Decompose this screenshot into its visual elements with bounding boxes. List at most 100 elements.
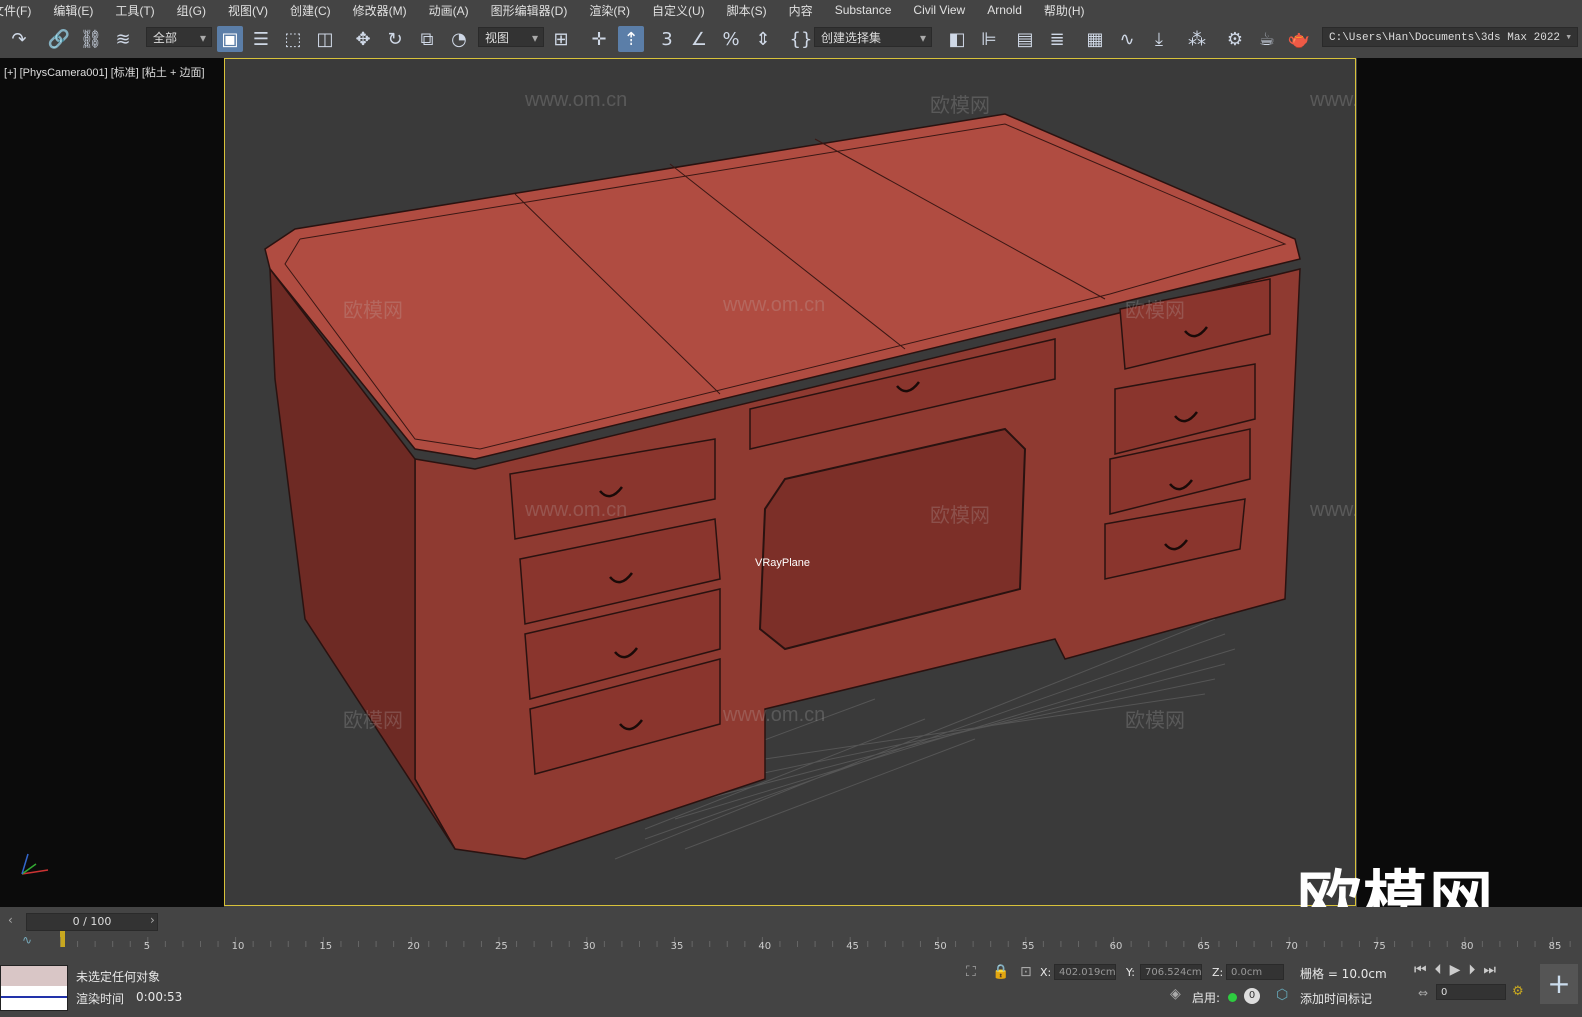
select-by-name-icon[interactable]: ☰ (248, 26, 274, 52)
watermark: 欧模网 (1125, 710, 1185, 732)
angle-snap-icon[interactable]: ∠ (686, 26, 712, 52)
mirror-icon[interactable]: ◧ (944, 26, 970, 52)
menu-graph-editors[interactable]: 图形编辑器(D) (483, 2, 582, 19)
timeline-tick-label: 15 (319, 941, 333, 952)
named-selection-set-dropdown[interactable]: 创建选择集 (814, 27, 932, 48)
add-time-tag[interactable]: 添加时间标记 (1300, 990, 1372, 1007)
rectangular-selection-icon[interactable]: ⬚ (280, 26, 306, 52)
watermark-url: www.om.cn (525, 499, 628, 521)
rendered-frame-window-icon[interactable]: ☕ (1254, 26, 1280, 52)
timeline-tick-label: 40 (758, 941, 772, 952)
menu-animation[interactable]: 动画(A) (421, 2, 483, 19)
current-frame-field[interactable]: 0 (1436, 984, 1506, 1000)
pivot-center-icon[interactable]: ⊞ (548, 26, 574, 52)
menu-edit[interactable]: 编辑(E) (45, 2, 107, 19)
percent-snap-icon[interactable]: % (718, 26, 744, 52)
link-icon[interactable]: 🔗 (46, 26, 72, 52)
snaps-toggle-icon[interactable]: 3 (654, 26, 680, 52)
menu-civil-view[interactable]: Civil View (905, 3, 979, 17)
menu-modifiers[interactable]: 修改器(M) (345, 2, 421, 19)
timeline-tick-label: 5 (143, 941, 151, 952)
ribbon-toggle-icon[interactable]: ▦ (1082, 26, 1108, 52)
absolute-mode-icon[interactable]: ⊡ (1020, 964, 1032, 980)
prev-frame-icon[interactable]: ‹ (8, 913, 13, 927)
rotate-icon[interactable]: ↻ (382, 26, 408, 52)
spinner-snap-icon[interactable]: ⇕ (750, 26, 776, 52)
timeline-tick-label: 60 (1109, 941, 1123, 952)
render-time-value: 0:00:53 (136, 990, 183, 1004)
unlink-icon[interactable]: ⛓ (78, 26, 104, 52)
menu-create[interactable]: 创建(C) (282, 2, 345, 19)
menu-views[interactable]: 视图(V) (220, 2, 282, 19)
bind-space-warp-icon[interactable]: ≋ (110, 26, 136, 52)
isolate-selection-icon[interactable]: ⛶ (966, 964, 976, 980)
menu-file[interactable]: 文件(F) (0, 2, 45, 19)
menu-content[interactable]: 内容 (781, 2, 827, 19)
enable-label: 启用: (1192, 991, 1221, 1005)
placement-icon[interactable]: ◔ (446, 26, 472, 52)
timeline-tick-label: 25 (495, 941, 508, 952)
schematic-view-icon[interactable]: ⤓ (1146, 26, 1172, 52)
status-bar: 未选定任何对象 渲染时间 0:00:53 ⛶ 🔒 ⊡ X: 402.019cm … (0, 962, 1582, 1017)
menu-substance[interactable]: Substance (827, 3, 906, 17)
left-viewport-pane (0, 58, 224, 907)
camera-viewport[interactable]: 欧模网 www.om.cn 欧模网 www.om.cn 欧模网 www.om.c… (224, 58, 1356, 906)
window-crossing-icon[interactable]: ◫ (312, 26, 338, 52)
layer-explorer-icon[interactable]: ≣ (1044, 26, 1070, 52)
menu-tools[interactable]: 工具(T) (107, 2, 168, 19)
curve-editor-icon[interactable]: ∿ (1114, 26, 1140, 52)
selection-status: 未选定任何对象 (76, 970, 161, 984)
x-coordinate-field[interactable]: 402.019cm (1054, 964, 1116, 980)
curve-editor-mini-icon[interactable]: ∿ (22, 933, 32, 947)
menu-group[interactable]: 组(G) (169, 2, 220, 19)
render-setup-icon[interactable]: ⚙ (1222, 26, 1248, 52)
time-tag-counter-icon[interactable]: 0 (1244, 988, 1260, 1004)
timeline-tick-label: 35 (670, 941, 684, 952)
watermark-url: www.om.cn (1310, 89, 1356, 111)
frame-step-icon[interactable]: ⇔ (1418, 986, 1428, 1000)
watermark: 欧模网 (930, 95, 990, 117)
time-slider[interactable]: 0 / 100 (26, 913, 158, 931)
menu-scripting[interactable]: 脚本(S) (719, 2, 781, 19)
timeline-ruler[interactable] (60, 931, 1580, 959)
watermark-url: www.om.cn (723, 294, 826, 316)
select-manipulate-icon[interactable]: ✛ (586, 26, 612, 52)
timeline-tick-label: 45 (846, 941, 859, 952)
maxscript-listener-mini[interactable] (0, 965, 68, 1011)
render-production-icon[interactable]: 🫖 (1286, 26, 1312, 52)
viewport-label[interactable]: [+] [PhysCamera001] [标准] [粘土 + 边面] (4, 64, 205, 80)
scene-explorer-icon[interactable]: ▤ (1012, 26, 1038, 52)
next-frame-icon[interactable]: › (150, 913, 155, 927)
create-panel-icon[interactable]: + (1540, 964, 1578, 1004)
menu-arnold[interactable]: Arnold (979, 3, 1036, 17)
time-tag-icon[interactable]: ⬡ (1276, 987, 1288, 1003)
x-label: X: (1040, 966, 1052, 979)
time-config-icon[interactable]: ⚙ (1512, 984, 1524, 999)
selection-filter-dropdown[interactable]: 全部 (146, 27, 212, 48)
lock-selection-icon[interactable]: 🔒 (992, 964, 1009, 980)
redo-icon[interactable]: ↷ (6, 26, 32, 52)
playback-controls[interactable]: ⏮⏴▶⏵⏭ (1414, 962, 1504, 978)
reference-coordinate-dropdown[interactable]: 视图 (478, 27, 544, 48)
timeline-tick-label: 10 (231, 941, 245, 952)
select-object-icon[interactable]: ▣ (217, 26, 243, 52)
keyboard-shortcut-override-icon[interactable]: ⇡ (618, 26, 644, 52)
grid-size-readout: 栅格 = 10.0cm (1300, 967, 1387, 981)
menu-rendering[interactable]: 渲染(R) (581, 2, 644, 19)
watermark: 欧模网 (343, 300, 403, 322)
main-toolbar: ↷ 🔗 ⛓ ≋ 全部 ▣ ☰ ⬚ ◫ ✥ ↻ ⧉ ◔ 视图 ⊞ ✛ ⇡ 3 ∠ … (0, 20, 1582, 59)
edit-named-selection-icon[interactable]: {} (788, 26, 814, 52)
align-icon[interactable]: ⊫ (976, 26, 1002, 52)
y-coordinate-field[interactable]: 706.524cm (1140, 964, 1202, 980)
timeline-tick-label: 65 (1197, 941, 1211, 952)
project-path-dropdown[interactable]: C:\Users\Han\Documents\3ds Max 2022 (1322, 27, 1578, 48)
menu-bar: 文件(F) 编辑(E) 工具(T) 组(G) 视图(V) 创建(C) 修改器(M… (0, 0, 1582, 20)
menu-help[interactable]: 帮助(H) (1036, 2, 1099, 19)
z-coordinate-field[interactable]: 0.0cm (1226, 964, 1284, 980)
watermark: 欧模网 (343, 710, 403, 732)
material-editor-icon[interactable]: ⁂ (1184, 26, 1210, 52)
adaptive-degradation-icon[interactable]: ◈ (1170, 986, 1181, 1002)
scale-icon[interactable]: ⧉ (414, 26, 440, 52)
move-icon[interactable]: ✥ (350, 26, 376, 52)
menu-customize[interactable]: 自定义(U) (644, 2, 719, 19)
